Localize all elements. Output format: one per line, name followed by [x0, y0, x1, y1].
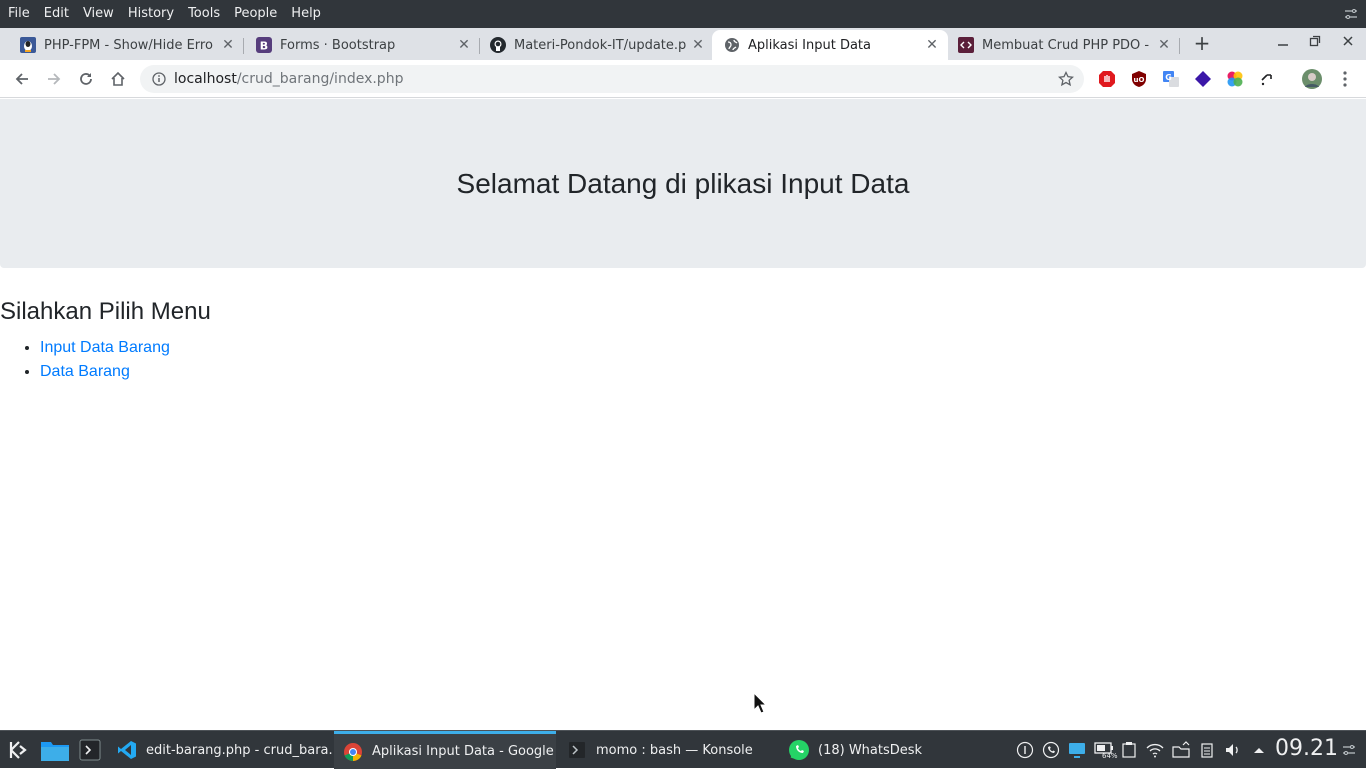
task-label: (18) WhatsDesk — [818, 742, 923, 758]
menu-tools[interactable]: Tools — [181, 0, 227, 28]
back-arrow-icon[interactable] — [12, 69, 32, 89]
ublock-extension-icon[interactable]: uO — [1130, 70, 1148, 88]
volume-icon[interactable] — [1224, 741, 1242, 759]
adblock-extension-icon[interactable] — [1098, 70, 1116, 88]
task-whatsdesk[interactable]: (18) WhatsDesk — [780, 731, 1006, 769]
new-tab-icon[interactable]: + — [1190, 33, 1214, 55]
profile-avatar[interactable] — [1302, 69, 1322, 89]
bootstrap-icon: B — [256, 37, 272, 53]
svg-text:G: G — [1165, 73, 1172, 82]
menu-heading: Silahkan Pilih Menu — [0, 298, 211, 325]
url-host: localhost — [174, 71, 237, 87]
site-info-icon[interactable] — [151, 71, 167, 87]
task-label: edit-barang.php - crud_bara... — [146, 742, 332, 758]
tab-github[interactable]: Materi-Pondok-IT/update.p ✕ — [470, 30, 714, 60]
konsole-launcher-icon[interactable] — [78, 738, 102, 762]
clipboard-icon[interactable] — [1120, 741, 1138, 759]
clock[interactable]: 09.21 — [1275, 736, 1338, 761]
color-picker-extension-icon[interactable] — [1226, 70, 1244, 88]
tab-aplikasi-input-data[interactable]: Aplikasi Input Data ✕ — [712, 30, 948, 60]
file-manager-icon[interactable] — [40, 738, 70, 762]
address-bar[interactable]: localhost/crud_barang/index.php — [140, 65, 1084, 93]
menu-list: Input Data Barang Data Barang — [40, 336, 170, 384]
task-vscode[interactable]: edit-barang.php - crud_bara... — [108, 731, 332, 769]
tab-title: PHP-FPM - Show/Hide Erro — [44, 37, 213, 53]
menu-help[interactable]: Help — [284, 0, 328, 28]
globe-icon — [724, 37, 740, 53]
close-icon[interactable]: ✕ — [690, 37, 706, 53]
bookmark-star-icon[interactable] — [1058, 71, 1074, 87]
svg-text:uO: uO — [1134, 76, 1145, 84]
url-path: /crud_barang/index.php — [236, 71, 404, 87]
clipboard-history-icon[interactable] — [1198, 741, 1216, 759]
device-notifier-icon[interactable] — [1172, 741, 1190, 759]
tab-php-fpm[interactable]: PHP-FPM - Show/Hide Erro ✕ — [0, 30, 244, 60]
tab-strip: PHP-FPM - Show/Hide Erro ✕ B Forms · Boo… — [0, 28, 1366, 60]
browser-toolbar: localhost/crud_barang/index.php uO G — [0, 60, 1366, 98]
input-data-barang-link[interactable]: Input Data Barang — [40, 339, 170, 356]
tab-title: Forms · Bootstrap — [280, 37, 396, 53]
extension-diamond-icon[interactable] — [1194, 70, 1212, 88]
panel-options-icon[interactable] — [1342, 741, 1356, 759]
notification-count-icon[interactable] — [1016, 741, 1034, 759]
close-icon[interactable]: ✕ — [1156, 37, 1172, 53]
list-item: Data Barang — [40, 360, 170, 384]
url-text: localhost/crud_barang/index.php — [174, 71, 403, 87]
code-site-icon — [958, 37, 974, 53]
kde-launcher-icon[interactable] — [6, 738, 30, 762]
jumbotron: Selamat Datang di plikasi Input Data — [0, 99, 1366, 268]
wifi-icon[interactable] — [1146, 741, 1164, 759]
vscode-icon — [116, 739, 138, 761]
list-item: Input Data Barang — [40, 336, 170, 360]
tab-title: Aplikasi Input Data — [748, 37, 871, 53]
whatsapp-tray-icon[interactable] — [1042, 741, 1060, 759]
tab-title: Membuat Crud PHP PDO - — [982, 37, 1150, 53]
task-label: Aplikasi Input Data - Google ... — [372, 744, 556, 759]
translate-extension-icon[interactable]: G — [1162, 70, 1180, 88]
menu-history[interactable]: History — [121, 0, 181, 28]
menu-view[interactable]: View — [76, 0, 121, 28]
page-title: Selamat Datang di plikasi Input Data — [456, 167, 910, 199]
github-icon — [490, 37, 506, 53]
task-konsole[interactable]: momo : bash — Konsole — [558, 731, 780, 769]
linux-penguin-icon — [20, 37, 36, 53]
task-chrome[interactable]: Aplikasi Input Data - Google ... — [334, 731, 556, 769]
terminal-icon — [566, 739, 588, 761]
forward-arrow-icon[interactable] — [44, 69, 64, 89]
data-barang-link[interactable]: Data Barang — [40, 363, 130, 380]
close-window-icon[interactable] — [1338, 35, 1358, 53]
whatsapp-icon — [788, 739, 810, 761]
kdeconnect-icon[interactable] — [1068, 741, 1086, 759]
menu-file[interactable]: File — [0, 0, 37, 28]
reload-icon[interactable] — [76, 69, 96, 89]
chrome-icon — [342, 741, 364, 763]
tab-bootstrap-forms[interactable]: B Forms · Bootstrap ✕ — [236, 30, 480, 60]
home-icon[interactable] — [108, 69, 128, 89]
tab-crud-php-pdo[interactable]: Membuat Crud PHP PDO - ✕ — [940, 30, 1180, 60]
menu-edit[interactable]: Edit — [37, 0, 76, 28]
window-options-icon[interactable] — [1344, 7, 1358, 21]
task-label: momo : bash — Konsole — [596, 742, 753, 758]
app-menubar: File Edit View History Tools People Help — [0, 0, 1366, 28]
extension-dots-icon[interactable] — [1258, 70, 1276, 88]
battery-icon[interactable]: 64% — [1094, 741, 1118, 760]
tab-title: Materi-Pondok-IT/update.p — [514, 37, 687, 53]
close-icon[interactable]: ✕ — [924, 37, 940, 53]
tab-separator — [1179, 38, 1180, 54]
close-icon[interactable]: ✕ — [220, 37, 236, 53]
svg-text:B: B — [260, 40, 268, 53]
taskbar: edit-barang.php - crud_bara... Aplikasi … — [0, 730, 1366, 769]
kebab-menu-icon[interactable] — [1336, 70, 1354, 88]
restore-icon[interactable] — [1305, 35, 1325, 53]
battery-percent: 64% — [1102, 752, 1118, 760]
tray-expand-icon[interactable] — [1250, 741, 1268, 759]
minimize-icon[interactable] — [1273, 35, 1293, 53]
mouse-cursor-icon — [753, 692, 767, 714]
menu-people[interactable]: People — [227, 0, 284, 28]
